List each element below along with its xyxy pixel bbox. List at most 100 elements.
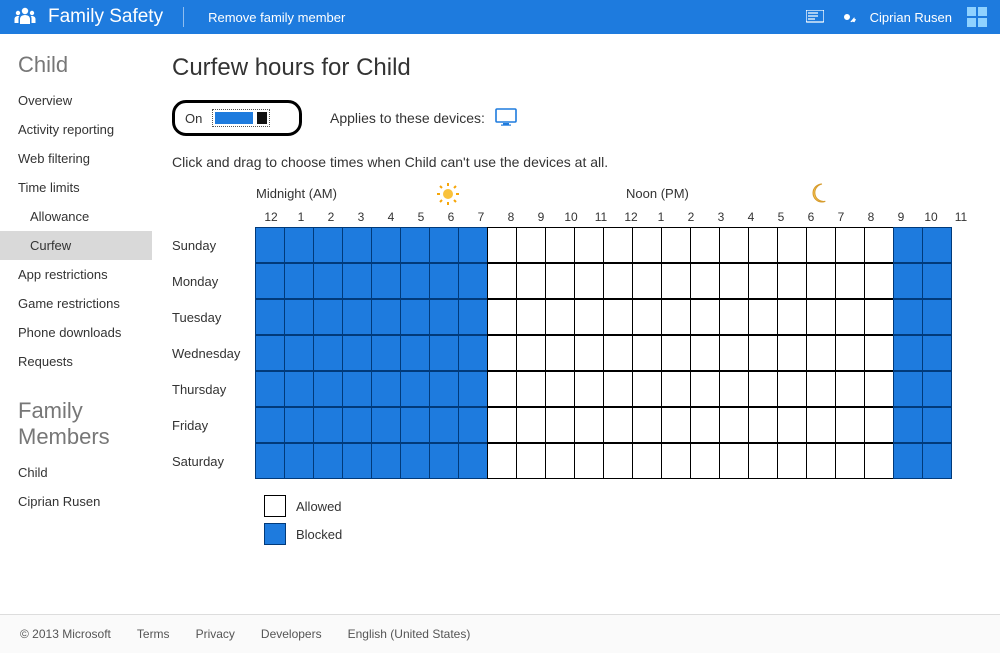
cell-thursday-7[interactable]	[458, 371, 488, 407]
cell-sunday-16[interactable]	[719, 227, 749, 263]
sidebar-item-phone-downloads[interactable]: Phone downloads	[0, 318, 152, 347]
cell-saturday-9[interactable]	[516, 443, 546, 479]
cell-tuesday-9[interactable]	[516, 299, 546, 335]
cell-wednesday-12[interactable]	[603, 335, 633, 371]
footer-link-terms[interactable]: Terms	[137, 627, 170, 641]
cell-wednesday-20[interactable]	[835, 335, 865, 371]
cell-monday-22[interactable]	[893, 263, 923, 299]
cell-thursday-15[interactable]	[690, 371, 720, 407]
sidebar-item-web-filtering[interactable]: Web filtering	[0, 144, 152, 173]
cell-sunday-14[interactable]	[661, 227, 691, 263]
cell-sunday-6[interactable]	[429, 227, 459, 263]
cell-saturday-18[interactable]	[777, 443, 807, 479]
cell-friday-23[interactable]	[922, 407, 952, 443]
cell-friday-0[interactable]	[255, 407, 285, 443]
cell-saturday-1[interactable]	[284, 443, 314, 479]
cell-saturday-21[interactable]	[864, 443, 894, 479]
cell-friday-21[interactable]	[864, 407, 894, 443]
cell-wednesday-11[interactable]	[574, 335, 604, 371]
cell-saturday-22[interactable]	[893, 443, 923, 479]
cell-tuesday-4[interactable]	[371, 299, 401, 335]
cell-friday-9[interactable]	[516, 407, 546, 443]
cell-thursday-1[interactable]	[284, 371, 314, 407]
cell-monday-15[interactable]	[690, 263, 720, 299]
cell-wednesday-9[interactable]	[516, 335, 546, 371]
cell-monday-20[interactable]	[835, 263, 865, 299]
cell-monday-0[interactable]	[255, 263, 285, 299]
footer-link-english-united-states-[interactable]: English (United States)	[348, 627, 471, 641]
cell-tuesday-10[interactable]	[545, 299, 575, 335]
cell-sunday-18[interactable]	[777, 227, 807, 263]
cell-thursday-20[interactable]	[835, 371, 865, 407]
cell-thursday-17[interactable]	[748, 371, 778, 407]
cell-saturday-4[interactable]	[371, 443, 401, 479]
messages-icon[interactable]	[806, 10, 824, 24]
cell-wednesday-2[interactable]	[313, 335, 343, 371]
cell-thursday-18[interactable]	[777, 371, 807, 407]
cell-friday-20[interactable]	[835, 407, 865, 443]
cell-wednesday-19[interactable]	[806, 335, 836, 371]
cell-tuesday-12[interactable]	[603, 299, 633, 335]
cell-tuesday-5[interactable]	[400, 299, 430, 335]
cell-thursday-11[interactable]	[574, 371, 604, 407]
cell-friday-19[interactable]	[806, 407, 836, 443]
cell-friday-3[interactable]	[342, 407, 372, 443]
cell-tuesday-2[interactable]	[313, 299, 343, 335]
cell-tuesday-21[interactable]	[864, 299, 894, 335]
cell-monday-12[interactable]	[603, 263, 633, 299]
cell-thursday-5[interactable]	[400, 371, 430, 407]
cell-saturday-15[interactable]	[690, 443, 720, 479]
cell-thursday-16[interactable]	[719, 371, 749, 407]
cell-friday-14[interactable]	[661, 407, 691, 443]
sidebar-member-child[interactable]: Child	[0, 458, 152, 487]
cell-tuesday-17[interactable]	[748, 299, 778, 335]
sidebar-item-app-restrictions[interactable]: App restrictions	[0, 260, 152, 289]
sidebar-item-game-restrictions[interactable]: Game restrictions	[0, 289, 152, 318]
cell-saturday-3[interactable]	[342, 443, 372, 479]
cell-wednesday-18[interactable]	[777, 335, 807, 371]
sidebar-member-ciprian-rusen[interactable]: Ciprian Rusen	[0, 487, 152, 516]
cell-monday-17[interactable]	[748, 263, 778, 299]
remove-family-member-link[interactable]: Remove family member	[208, 10, 345, 25]
cell-saturday-8[interactable]	[487, 443, 517, 479]
cell-friday-7[interactable]	[458, 407, 488, 443]
cell-monday-11[interactable]	[574, 263, 604, 299]
cell-sunday-15[interactable]	[690, 227, 720, 263]
cell-monday-9[interactable]	[516, 263, 546, 299]
cell-wednesday-0[interactable]	[255, 335, 285, 371]
cell-tuesday-22[interactable]	[893, 299, 923, 335]
cell-tuesday-14[interactable]	[661, 299, 691, 335]
cell-tuesday-20[interactable]	[835, 299, 865, 335]
cell-friday-6[interactable]	[429, 407, 459, 443]
cell-monday-5[interactable]	[400, 263, 430, 299]
cell-tuesday-6[interactable]	[429, 299, 459, 335]
cell-monday-16[interactable]	[719, 263, 749, 299]
cell-tuesday-16[interactable]	[719, 299, 749, 335]
cell-monday-23[interactable]	[922, 263, 952, 299]
cell-wednesday-7[interactable]	[458, 335, 488, 371]
cell-friday-12[interactable]	[603, 407, 633, 443]
cell-monday-3[interactable]	[342, 263, 372, 299]
cell-tuesday-15[interactable]	[690, 299, 720, 335]
cell-wednesday-3[interactable]	[342, 335, 372, 371]
cell-monday-1[interactable]	[284, 263, 314, 299]
user-name[interactable]: Ciprian Rusen	[870, 10, 952, 25]
cell-monday-4[interactable]	[371, 263, 401, 299]
cell-sunday-17[interactable]	[748, 227, 778, 263]
cell-monday-7[interactable]	[458, 263, 488, 299]
cell-wednesday-17[interactable]	[748, 335, 778, 371]
sidebar-item-requests[interactable]: Requests	[0, 347, 152, 376]
cell-sunday-0[interactable]	[255, 227, 285, 263]
footer-link-privacy[interactable]: Privacy	[196, 627, 235, 641]
gear-icon[interactable]	[838, 8, 856, 26]
cell-friday-16[interactable]	[719, 407, 749, 443]
cell-thursday-12[interactable]	[603, 371, 633, 407]
cell-friday-8[interactable]	[487, 407, 517, 443]
cell-tuesday-23[interactable]	[922, 299, 952, 335]
cell-saturday-14[interactable]	[661, 443, 691, 479]
cell-thursday-4[interactable]	[371, 371, 401, 407]
cell-tuesday-1[interactable]	[284, 299, 314, 335]
cell-thursday-23[interactable]	[922, 371, 952, 407]
cell-friday-22[interactable]	[893, 407, 923, 443]
cell-thursday-13[interactable]	[632, 371, 662, 407]
